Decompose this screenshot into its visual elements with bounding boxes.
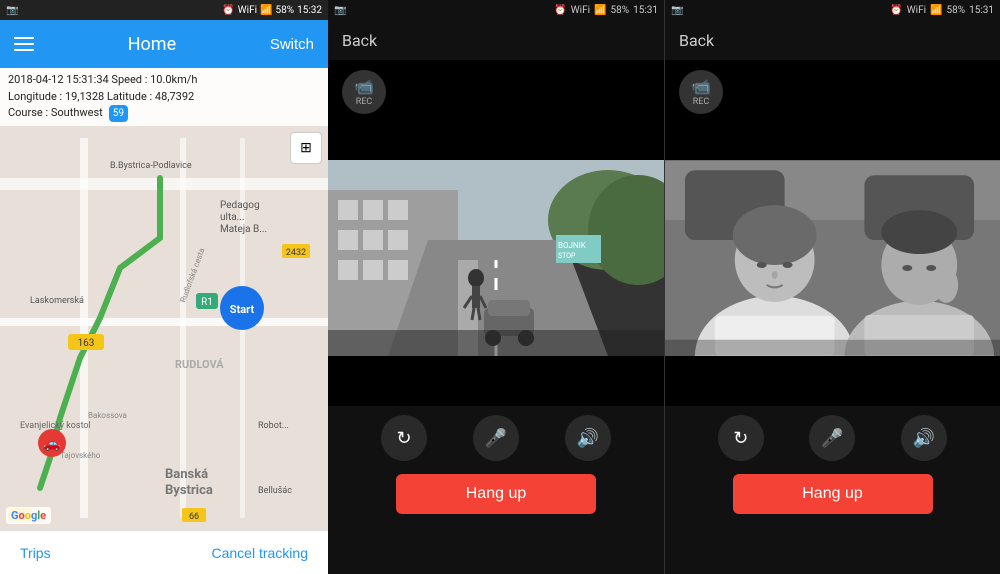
map-bottom-bar: Trips Cancel tracking <box>0 530 328 574</box>
info-line1: 2018-04-12 15:31:34 Speed : 10.0km/h <box>8 72 320 89</box>
status-bar-video1: 📷 ⏰ WiFi 📶 58% 15:31 <box>328 0 664 20</box>
svg-text:Mateja B...: Mateja B... <box>220 224 267 235</box>
speaker-button-2[interactable]: 🔊 <box>901 415 947 461</box>
hangup-row-1: Hang up <box>328 470 664 526</box>
mute-video-icon-1: 🎤 <box>485 428 507 449</box>
video-black-bottom-1 <box>328 356 664 406</box>
alarm-icon: ⏰ <box>222 5 234 16</box>
info-line2: Longitude : 19,1328 Latitude : 48,7392 <box>8 89 320 106</box>
svg-text:163: 163 <box>78 338 95 349</box>
status-bar-map: 📷 ⏰ WiFi 📶 58% 15:32 <box>0 0 328 20</box>
mute-video-button-1[interactable]: 🎤 <box>473 415 519 461</box>
video-top-bar-1: Back <box>328 20 664 60</box>
svg-text:BOJNIK: BOJNIK <box>558 241 587 250</box>
battery-v2: 58% <box>947 5 966 16</box>
rec-label-2: REC <box>693 97 710 107</box>
svg-text:B.Bystrica-Podlavice: B.Bystrica-Podlavice <box>110 161 192 171</box>
google-logo: Google <box>6 507 51 524</box>
svg-text:Pedagog: Pedagog <box>220 200 260 211</box>
map-area[interactable]: 163 E77 B.Bystrica-Podlavice Pedagog ult… <box>0 126 328 530</box>
controls-row-1: ↻ 🎤 🔊 <box>328 406 664 470</box>
rotate-button-1[interactable]: ↻ <box>381 415 427 461</box>
info-bar: 2018-04-12 15:31:34 Speed : 10.0km/h Lon… <box>0 68 328 126</box>
svg-text:Laskomerská: Laskomerská <box>30 296 84 306</box>
rec-icon-2: 📹 <box>691 77 711 96</box>
video-top-bar-2: Back <box>665 20 1000 60</box>
svg-text:2432: 2432 <box>286 248 306 258</box>
camera-icon-v1: 📷 <box>334 5 346 16</box>
app-bar: Home Switch <box>0 20 328 68</box>
svg-text:Bystrica: Bystrica <box>165 483 213 498</box>
wifi-icon: WiFi <box>238 5 257 16</box>
video-black-bottom-2 <box>665 356 1000 406</box>
time-text-map: 15:32 <box>297 5 322 16</box>
rec-button-1[interactable]: 📹 REC <box>342 70 386 114</box>
signal-icon-v1: 📶 <box>594 5 606 16</box>
wifi-icon-v2: WiFi <box>907 5 926 16</box>
svg-text:66: 66 <box>189 512 199 522</box>
svg-text:R1: R1 <box>201 297 213 308</box>
svg-text:Start: Start <box>230 303 255 316</box>
time-v2: 15:31 <box>969 5 994 16</box>
svg-text:Bakossova: Bakossova <box>88 411 127 420</box>
rec-label-1: REC <box>356 97 373 107</box>
svg-text:Tajovského: Tajovského <box>60 451 101 460</box>
controls-row-2: ↻ 🎤 🔊 <box>665 406 1000 470</box>
alarm-icon-v2: ⏰ <box>890 5 902 16</box>
camera-icon: 📷 <box>6 5 18 16</box>
svg-text:RUDLOVÁ: RUDLOVÁ <box>175 358 224 371</box>
hangup-button-2[interactable]: Hang up <box>733 474 933 514</box>
mute-video-icon-2: 🎤 <box>821 428 843 449</box>
app-title: Home <box>128 34 176 55</box>
speed-badge: 59 <box>109 105 128 122</box>
video-panel-2: 📷 ⏰ WiFi 📶 58% 15:31 Back 📹 REC <box>664 0 1000 574</box>
interior-feed <box>665 160 1000 356</box>
hamburger-icon[interactable] <box>14 37 34 51</box>
video-black-top-2: 📹 REC <box>665 60 1000 160</box>
battery-v1: 58% <box>611 5 630 16</box>
rec-button-2[interactable]: 📹 REC <box>679 70 723 114</box>
camera-icon-v2: 📷 <box>671 5 683 16</box>
speaker-icon-2: 🔊 <box>913 428 935 449</box>
hangup-button-1[interactable]: Hang up <box>396 474 596 514</box>
svg-text:Bellušác: Bellušác <box>258 486 292 496</box>
rotate-button-2[interactable]: ↻ <box>718 415 764 461</box>
back-label-2[interactable]: Back <box>679 31 714 50</box>
video-black-top-1: 📹 REC <box>328 60 664 160</box>
svg-text:STOP: STOP <box>558 252 576 260</box>
alarm-icon-v1: ⏰ <box>554 5 566 16</box>
rotate-icon-2: ↻ <box>733 428 748 449</box>
svg-text:Banská: Banská <box>165 467 208 482</box>
speaker-icon-1: 🔊 <box>577 428 599 449</box>
svg-text:ulta...: ulta... <box>220 212 245 223</box>
signal-icon: 📶 <box>260 5 272 16</box>
trips-button[interactable]: Trips <box>20 545 51 561</box>
signal-icon-v2: 📶 <box>930 5 942 16</box>
speaker-button-1[interactable]: 🔊 <box>565 415 611 461</box>
info-line3: Course : Southwest <box>8 105 103 122</box>
svg-text:Robot...: Robot... <box>258 421 289 431</box>
status-bar-right: ⏰ WiFi 📶 58% 15:32 <box>222 5 322 16</box>
rotate-icon-1: ↻ <box>396 428 411 449</box>
map-layers-button[interactable]: ⊞ <box>290 132 322 164</box>
status-bar-video2: 📷 ⏰ WiFi 📶 58% 15:31 <box>665 0 1000 20</box>
map-panel: 📷 ⏰ WiFi 📶 58% 15:32 Home Switch 2018-04… <box>0 0 328 574</box>
back-label-1[interactable]: Back <box>342 31 377 50</box>
rec-icon-1: 📹 <box>354 77 374 96</box>
cancel-tracking-button[interactable]: Cancel tracking <box>212 545 309 561</box>
mute-video-button-2[interactable]: 🎤 <box>809 415 855 461</box>
wifi-icon-v1: WiFi <box>571 5 590 16</box>
map-controls: ⊞ <box>290 132 322 164</box>
status-bar-left: 📷 <box>6 5 18 16</box>
time-v1: 15:31 <box>633 5 658 16</box>
hangup-row-2: Hang up <box>665 470 1000 526</box>
dashcam-feed: BOJNIK STOP <box>328 160 664 356</box>
switch-button[interactable]: Switch <box>270 36 314 53</box>
battery-text: 58% <box>276 5 295 16</box>
video-panel-1: 📷 ⏰ WiFi 📶 58% 15:31 Back 📹 REC <box>328 0 664 574</box>
svg-text:🚗: 🚗 <box>43 436 60 452</box>
